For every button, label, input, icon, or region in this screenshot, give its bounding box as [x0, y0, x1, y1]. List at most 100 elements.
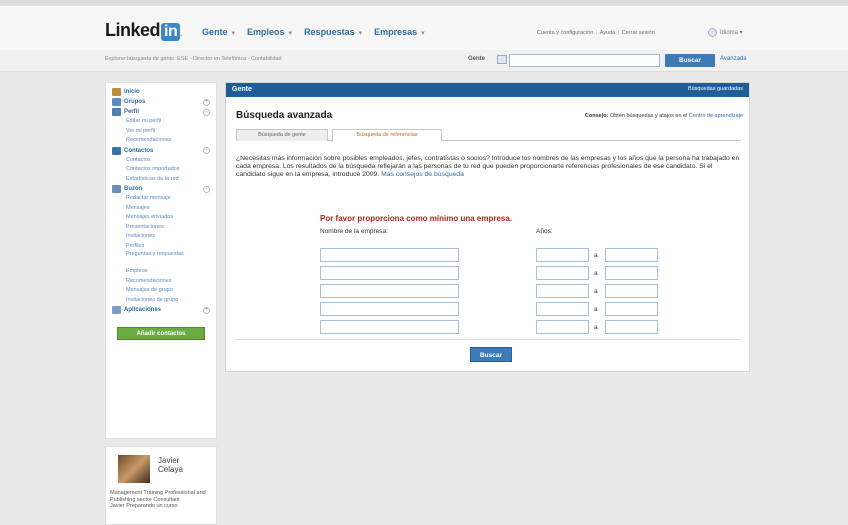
profile-status: Javier Preparando un curso: [110, 503, 178, 509]
sidebar-item-buzon[interactable]: Buzón -: [112, 184, 210, 194]
sidebar-subitem[interactable]: Perfiles: [112, 242, 210, 252]
main-nav: Gente ▾ Empleos ▾ Respuestas ▾ Empresas ▾: [202, 27, 425, 37]
collapse-icon[interactable]: -: [203, 185, 210, 193]
sidebar-subitem[interactable]: Recomendaciones: [112, 136, 210, 146]
sidebar-subitem[interactable]: Empleos: [112, 267, 210, 277]
more-search-tips-link[interactable]: Más consejos de búsqueda: [381, 171, 464, 178]
year-separator: a: [594, 270, 598, 277]
account-links: Cuenta y configuración | Ayuda | Cerrar …: [537, 30, 655, 36]
sidebar-subitem[interactable]: Presentaciones: [112, 223, 210, 233]
avatar[interactable]: [118, 455, 150, 483]
language-selector[interactable]: Idioma ▾: [708, 28, 743, 37]
panel-title: Gente: [232, 86, 252, 93]
saved-searches-link[interactable]: Búsquedas guardadas: [688, 86, 743, 92]
sign-out-link[interactable]: Cerrar sesión: [622, 30, 655, 36]
year-to-input[interactable]: [605, 284, 658, 298]
tab-reference-search[interactable]: Búsqueda de referencias: [332, 129, 442, 142]
expand-icon[interactable]: +: [203, 306, 210, 314]
sidebar-subitem[interactable]: Estadísticas de la red: [112, 175, 210, 185]
search-tabs: Búsqueda de gente Búsqueda de referencia…: [236, 129, 741, 142]
sidebar-subitem[interactable]: Mensajes: [112, 204, 210, 214]
explore-search-text[interactable]: Explorar búsqueda de gente: ESE - Direct…: [105, 56, 282, 62]
help-link[interactable]: Ayuda: [600, 30, 616, 36]
year-to-input[interactable]: [605, 302, 658, 316]
sidebar-subitem[interactable]: Invitaciones: [112, 232, 210, 242]
nav-respuestas[interactable]: Respuestas ▾: [304, 27, 362, 37]
year-to-input[interactable]: [605, 248, 658, 262]
sidebar-subitem[interactable]: Invitaciones de grupo: [112, 296, 210, 306]
logo-in-badge: in: [161, 23, 181, 41]
tip-text: Consejo: Obtén búsquedas y atajos en el …: [584, 113, 743, 119]
year-separator: a: [594, 324, 598, 331]
sidebar-item-aplicaciones[interactable]: Aplicaciones +: [112, 305, 210, 315]
advanced-search-link[interactable]: Avanzada: [720, 56, 747, 62]
advanced-search-panel: Gente Búsquedas guardadas Búsqueda avanz…: [225, 82, 750, 372]
logo-text: Linked: [105, 20, 161, 40]
sidebar-subitem[interactable]: Preguntas y respuestas: [112, 251, 210, 267]
page: Linked in. Gente ▾ Empleos ▾ Respuestas ▾ Em…: [0, 0, 848, 525]
chevron-down-icon: ▾: [288, 30, 293, 37]
groups-icon: [112, 98, 121, 106]
validation-warning: Por favor proporciona como mínimo una em…: [320, 214, 513, 223]
add-contacts-button[interactable]: Añadir contactos: [117, 327, 205, 340]
search-scope-label: Gente: [468, 56, 486, 62]
sidebar-item-grupos[interactable]: Grupos +: [112, 97, 210, 107]
globe-icon: [708, 28, 717, 37]
search-input[interactable]: [509, 54, 660, 67]
profile-name[interactable]: Javier Celaya: [158, 456, 183, 474]
home-icon: [112, 88, 121, 96]
sidebar-subitem[interactable]: Mensajes de grupo: [112, 286, 210, 296]
years-column-label: Años:: [536, 228, 553, 235]
profile-icon: [112, 108, 121, 116]
contacts-icon: [112, 146, 121, 155]
logo-dot: .: [180, 29, 182, 38]
sidebar-subitem[interactable]: Redactar mensaje: [112, 194, 210, 204]
sidebar-subitem[interactable]: Mensajes enviados: [112, 213, 210, 223]
sidebar-subitem[interactable]: Contactos importados: [112, 165, 210, 175]
chevron-down-icon: ▾: [358, 30, 363, 37]
tab-people-search[interactable]: Búsqueda de gente: [236, 129, 328, 141]
collapse-icon[interactable]: -: [203, 108, 210, 116]
nav-empleos[interactable]: Empleos ▾: [247, 27, 292, 37]
page-title: Búsqueda avanzada: [236, 110, 333, 121]
nav-gente[interactable]: Gente ▾: [202, 27, 235, 37]
linkedin-logo[interactable]: Linked in.: [105, 20, 182, 41]
sidebar-subitem[interactable]: Contactos: [112, 156, 210, 166]
year-from-input[interactable]: [536, 266, 589, 280]
search-bar-row: Explorar búsqueda de gente: ESE - Direct…: [0, 50, 848, 72]
chevron-down-icon: ▾: [231, 30, 236, 37]
nav-empresas[interactable]: Empresas ▾: [374, 27, 425, 37]
year-to-input[interactable]: [605, 266, 658, 280]
sidebar-subitem[interactable]: Recomendaciones: [112, 277, 210, 287]
year-from-input[interactable]: [536, 302, 589, 316]
year-from-input[interactable]: [536, 320, 589, 334]
sidebar-item-inicio[interactable]: Inicio: [112, 87, 210, 97]
account-settings-link[interactable]: Cuenta y configuración: [537, 30, 593, 36]
collapse-icon[interactable]: -: [203, 147, 210, 154]
company-name-input[interactable]: [320, 320, 459, 334]
inbox-icon: [112, 185, 121, 193]
left-sidebar: Inicio Grupos + Perfil - Editar mi perfi…: [105, 82, 217, 439]
company-name-input[interactable]: [320, 248, 459, 262]
company-name-input[interactable]: [320, 302, 459, 316]
year-separator: a: [594, 306, 598, 313]
search-scope-dropdown[interactable]: [497, 55, 507, 64]
sidebar-item-contactos[interactable]: Contactos -: [112, 146, 210, 156]
divider: [236, 339, 741, 340]
search-button[interactable]: Buscar: [665, 54, 715, 67]
year-from-input[interactable]: [536, 284, 589, 298]
sidebar-item-perfil[interactable]: Perfil -: [112, 107, 210, 117]
expand-icon[interactable]: +: [203, 98, 210, 106]
company-name-input[interactable]: [320, 284, 459, 298]
sidebar-subitem[interactable]: Ver mi perfil: [112, 127, 210, 137]
learning-center-link[interactable]: Centro de aprendizaje: [689, 113, 743, 119]
year-separator: a: [594, 288, 598, 295]
year-to-input[interactable]: [605, 320, 658, 334]
year-from-input[interactable]: [536, 248, 589, 262]
intro-text: ¿Necesitas más información sobre posible…: [236, 155, 740, 178]
company-name-input[interactable]: [320, 266, 459, 280]
year-separator: a: [594, 252, 598, 259]
search-submit-button[interactable]: Buscar: [470, 347, 512, 362]
sidebar-subitem[interactable]: Editar mi perfil: [112, 117, 210, 127]
chevron-down-icon: ▾: [421, 30, 425, 37]
